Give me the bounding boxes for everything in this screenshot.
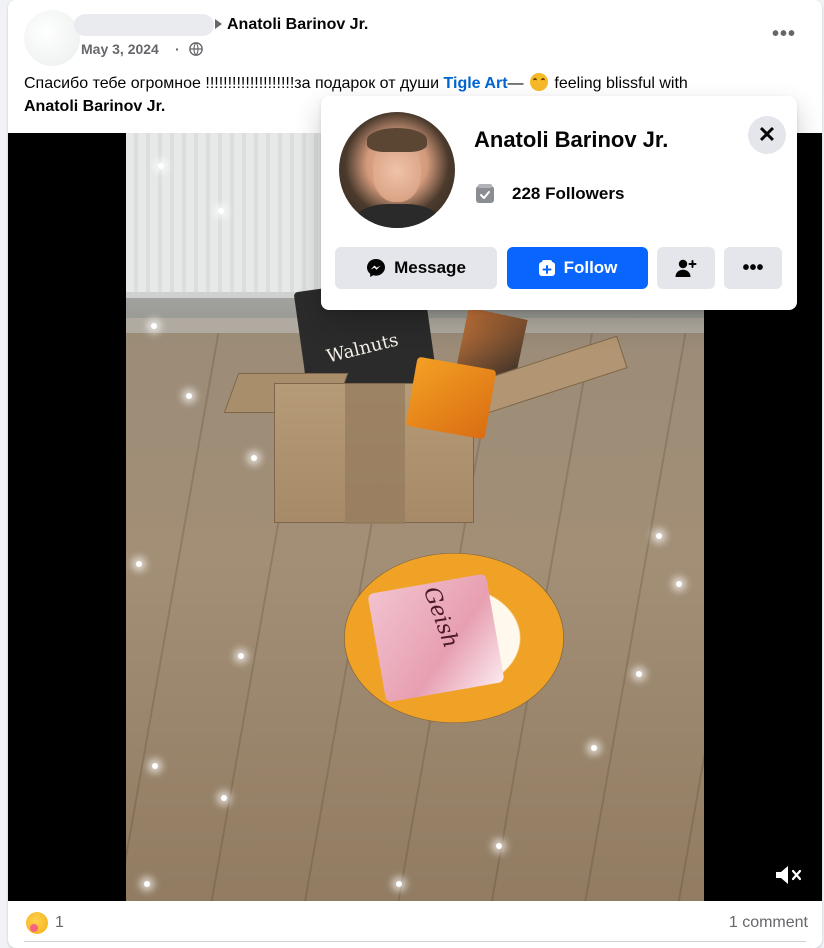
tagged-profile-name[interactable]: Anatoli Barinov Jr. [227,16,368,34]
globe-icon [189,42,203,56]
follow-button-label: Follow [563,258,618,277]
followers-icon [476,184,494,203]
author-avatar[interactable] [24,10,80,66]
sparkle [636,671,642,677]
profile-picture[interactable] [339,112,455,228]
sparkle [591,745,597,751]
post-text-dash: — [507,75,528,92]
profile-hover-card: Anatoli Barinov Jr. 228 Followers ✕ Mess… [321,96,797,310]
add-friend-button[interactable] [657,247,715,289]
date-separator: · [175,41,180,57]
arrow-right-icon [215,19,222,29]
follow-button[interactable]: Follow [507,247,648,289]
orange-candy-bag [405,356,497,440]
add-friend-icon [675,259,697,277]
post-text-intro: Спасибо тебе огромное !!!!!!!!!!!!!!!!!!… [24,75,444,92]
hover-card-name[interactable]: Anatoli Barinov Jr. [474,127,668,153]
sparkle [151,323,157,329]
sparkle [152,763,158,769]
sparkle [221,795,227,801]
sparkle [238,653,244,659]
author-name-redacted [74,14,214,36]
smiling-emoji-icon [529,73,548,91]
followers-count[interactable]: 228 Followers [512,184,624,204]
follow-plus-icon [538,260,555,276]
sparkle [656,533,662,539]
profile-picture-shirt [355,204,439,228]
message-button[interactable]: Message [335,247,497,289]
sparkle [158,163,164,169]
post-options-icon[interactable]: ••• [768,22,800,46]
message-button-label: Message [394,258,466,277]
volume-muted-icon[interactable] [773,863,803,887]
sparkle [251,455,257,461]
messenger-icon [367,259,386,277]
sparkle [676,581,682,587]
sparkle [136,561,142,567]
care-reaction-icon[interactable] [26,912,48,934]
sparkle [144,881,150,887]
with-profile-name[interactable]: Anatoli Barinov Jr. [24,98,165,115]
feeling-text: feeling blissful with [549,75,688,92]
profile-picture-hair [367,128,427,152]
sparkle [218,208,224,214]
comment-count[interactable]: 1 comment [729,914,808,932]
sparkle [496,843,502,849]
close-button[interactable]: ✕ [748,116,786,154]
post-date[interactable]: May 3, 2024 [81,41,159,57]
more-options-button[interactable]: ••• [724,247,782,289]
reactions-bar: 1 1 comment [8,903,822,943]
box-tape [345,384,405,524]
divider [24,941,806,942]
reaction-count[interactable]: 1 [55,914,64,932]
mention-link[interactable]: Tigle Art [444,75,508,92]
sparkle [396,881,402,887]
post-header: Anatoli Barinov Jr. May 3, 2024 · ••• [8,0,822,66]
sparkle [186,393,192,399]
